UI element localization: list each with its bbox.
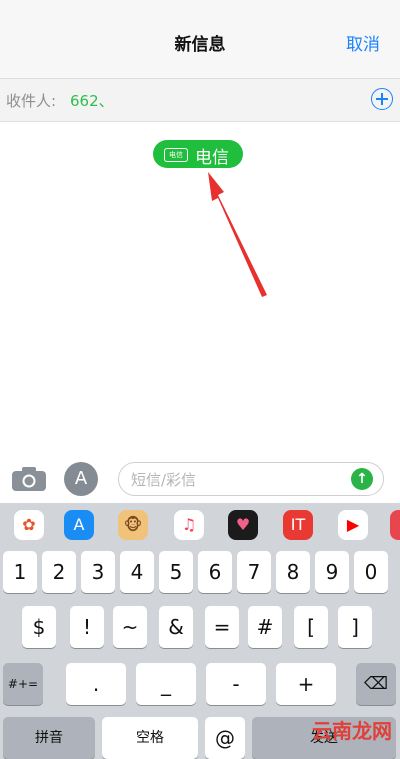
key-more-symbols[interactable]: #+= bbox=[3, 663, 43, 705]
more-app-icon[interactable] bbox=[390, 510, 400, 540]
carrier-label: 电信 bbox=[195, 148, 229, 168]
key-0[interactable]: 0 bbox=[354, 551, 388, 593]
key-space[interactable]: 空格 bbox=[102, 717, 198, 759]
animoji-app-icon[interactable]: 🐵 bbox=[118, 510, 148, 540]
youtube-app-icon[interactable]: ▶ bbox=[338, 510, 368, 540]
key-bracket-open[interactable]: [ bbox=[294, 606, 328, 648]
app-store-app-icon[interactable]: A bbox=[64, 510, 94, 540]
cancel-button[interactable]: 取消 bbox=[346, 30, 380, 55]
digital-touch-app-icon[interactable]: ♥ bbox=[228, 510, 258, 540]
it-home-app-icon[interactable]: IT bbox=[283, 510, 313, 540]
key-3[interactable]: 3 bbox=[81, 551, 115, 593]
key-1[interactable]: 1 bbox=[3, 551, 37, 593]
key-equals[interactable]: = bbox=[205, 606, 239, 648]
backspace-icon[interactable]: ⌫ bbox=[356, 663, 396, 705]
recipient-value[interactable]: 662、 bbox=[70, 90, 114, 111]
app-store-icon[interactable]: A bbox=[64, 462, 98, 496]
key-at[interactable]: @ bbox=[205, 717, 245, 759]
key-4[interactable]: 4 bbox=[120, 551, 154, 593]
key-tilde[interactable]: ~ bbox=[113, 606, 147, 648]
key-5[interactable]: 5 bbox=[159, 551, 193, 593]
music-app-icon[interactable]: ♫ bbox=[174, 510, 204, 540]
key-bracket-close[interactable]: ] bbox=[338, 606, 372, 648]
recipient-label: 收件人: bbox=[6, 92, 57, 110]
composer-bar: A 短信/彩信 ↑ bbox=[0, 456, 400, 502]
send-arrow-icon[interactable]: ↑ bbox=[351, 468, 373, 490]
key-8[interactable]: 8 bbox=[276, 551, 310, 593]
message-input[interactable]: 短信/彩信 ↑ bbox=[118, 462, 384, 496]
key-9[interactable]: 9 bbox=[315, 551, 349, 593]
key-period[interactable]: . bbox=[66, 663, 126, 705]
key-plus[interactable]: + bbox=[276, 663, 336, 705]
app-strip: ✿ A 🐵 ♫ ♥ IT ▶ bbox=[0, 503, 400, 547]
photos-app-icon[interactable]: ✿ bbox=[14, 510, 44, 540]
key-exclaim[interactable]: ! bbox=[70, 606, 104, 648]
recipient-row[interactable]: 收件人: 662、 bbox=[0, 79, 400, 122]
key-dollar[interactable]: $ bbox=[22, 606, 56, 648]
key-6[interactable]: 6 bbox=[198, 551, 232, 593]
camera-icon[interactable] bbox=[11, 467, 47, 492]
key-underscore[interactable]: _ bbox=[136, 663, 196, 705]
key-7[interactable]: 7 bbox=[237, 551, 271, 593]
nav-bar: 新信息 取消 bbox=[0, 0, 400, 79]
annotation-arrow-icon bbox=[208, 172, 267, 297]
key-pinyin[interactable]: 拼音 bbox=[3, 717, 95, 759]
watermark: 云南龙网 bbox=[312, 719, 392, 743]
carrier-chip[interactable]: 电信 电信 bbox=[153, 140, 243, 168]
key-2[interactable]: 2 bbox=[42, 551, 76, 593]
add-contact-icon[interactable] bbox=[371, 88, 393, 110]
key-ampersand[interactable]: & bbox=[159, 606, 193, 648]
key-hash[interactable]: # bbox=[248, 606, 282, 648]
message-placeholder: 短信/彩信 bbox=[131, 471, 197, 489]
carrier-tag: 电信 bbox=[164, 148, 188, 162]
key-hyphen[interactable]: - bbox=[206, 663, 266, 705]
page-title: 新信息 bbox=[174, 35, 226, 55]
